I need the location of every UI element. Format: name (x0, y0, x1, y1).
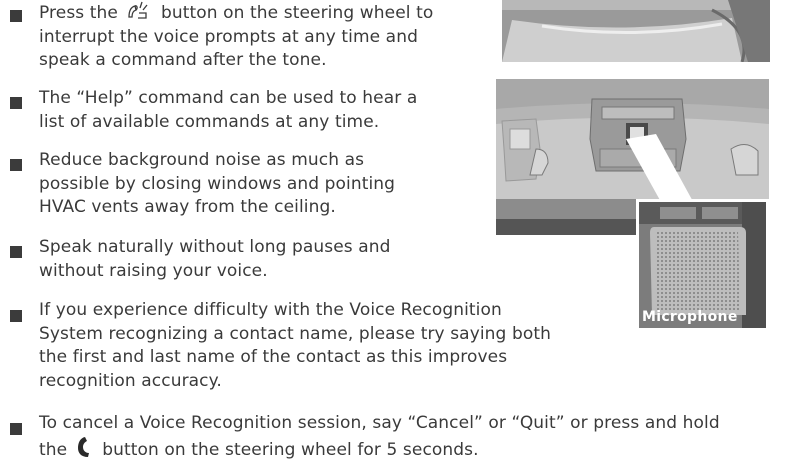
bullet-6-line-2b: button on the steering wheel for 5 secon… (102, 439, 479, 460)
microphone-label: Microphone (642, 309, 738, 325)
microphone-inset-photo: Microphone (636, 199, 769, 331)
bullet-4-line-1: Speak naturally without long pauses and (39, 237, 391, 257)
bullet-3-line-1: Reduce background noise as much as (39, 150, 365, 170)
talk-button-icon (126, 0, 152, 19)
dashboard-photo (502, 0, 770, 63)
bullet-square (10, 97, 22, 109)
bullet-4-line-2: without raising your voice. (39, 260, 268, 281)
bullet-2-line-2: list of available commands at any time. (39, 111, 380, 132)
bullet-square (10, 10, 22, 22)
bullet-3-line-3: HVAC vents away from the ceiling. (39, 197, 336, 217)
bullet-6-line-1: To cancel a Voice Recognition session, s… (39, 413, 720, 433)
bullet-5-line-1: If you experience difficulty with the Vo… (39, 300, 502, 320)
bullet-square (10, 159, 22, 171)
bullet-square (10, 310, 22, 322)
bullet-3-line-2: possible by closing windows and pointing (39, 173, 396, 194)
bullet-1-line-1a: Press the (39, 3, 118, 23)
bullet-1-line-1b: button on the steering wheel to (160, 3, 434, 23)
bullet-5-line-3: the first and last name of the contact a… (39, 347, 508, 367)
phone-button-icon (75, 436, 95, 457)
bullet-1-line-3: speak a command after the tone. (39, 50, 327, 70)
bullet-5-line-2: System recognizing a contact name, pleas… (39, 323, 551, 344)
bullet-square (10, 246, 22, 258)
bullet-5-line-4: recognition accuracy. (39, 370, 222, 391)
bullet-1-line-2: interrupt the voice prompts at any time … (39, 26, 418, 47)
bullet-6-line-2a: the (39, 439, 68, 460)
bullet-square (10, 423, 22, 435)
bullet-2-line-1: The “Help” command can be used to hear a (39, 88, 418, 108)
